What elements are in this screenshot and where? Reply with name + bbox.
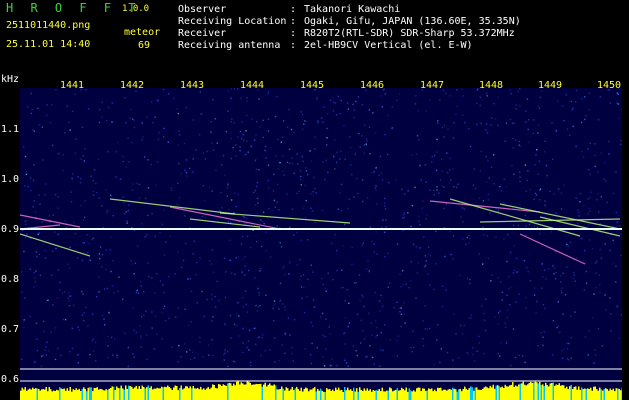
spectrogram-plot bbox=[20, 88, 622, 400]
frequency-unit-label: kHz bbox=[1, 74, 20, 85]
file-name: 2511011440.png bbox=[6, 20, 91, 31]
timestamp: 25.11.01 14:40 bbox=[6, 39, 91, 50]
info-row-receiver: Receiver: R820T2(RTL-SDR) SDR-Sharp 53.37… bbox=[178, 28, 515, 39]
y-tick-label: 0.9 bbox=[1, 224, 20, 235]
info-value: 2el-HB9CV Vertical (el. E-W) bbox=[304, 40, 473, 51]
y-tick-label: 1.0 bbox=[1, 174, 20, 185]
spectrogram-panel bbox=[20, 88, 622, 400]
info-key: Receiving antenna bbox=[178, 40, 281, 51]
info-row-location: Receiving Location: Ogaki, Gifu, JAPAN (1… bbox=[178, 16, 521, 27]
info-value: R820T2(RTL-SDR) SDR-Sharp 53.372MHz bbox=[304, 28, 515, 39]
y-tick-label: 0.8 bbox=[1, 274, 20, 285]
app-brand: H R O F F T bbox=[6, 1, 141, 15]
y-tick-label: 0.7 bbox=[1, 324, 20, 335]
info-value: Takanori Kawachi bbox=[304, 4, 401, 15]
info-value: Ogaki, Gifu, JAPAN (136.60E, 35.35N) bbox=[304, 16, 521, 27]
info-key: Observer bbox=[178, 4, 227, 15]
y-tick-label: 1.1 bbox=[1, 124, 20, 135]
y-tick-label: 0.6 bbox=[1, 374, 20, 385]
info-key: Receiver bbox=[178, 28, 227, 39]
info-key: Receiving Location bbox=[178, 16, 287, 27]
meteor-count-label: meteor bbox=[124, 27, 161, 38]
app-version: 1.0.0 bbox=[122, 4, 150, 14]
spectrogram-background bbox=[20, 88, 622, 400]
info-row-antenna: Receiving antenna:2el-HB9CV Vertical (el… bbox=[178, 40, 473, 51]
meteor-count-value: 69 bbox=[138, 40, 151, 51]
info-row-observer: Observer: Takanori Kawachi bbox=[178, 4, 401, 15]
